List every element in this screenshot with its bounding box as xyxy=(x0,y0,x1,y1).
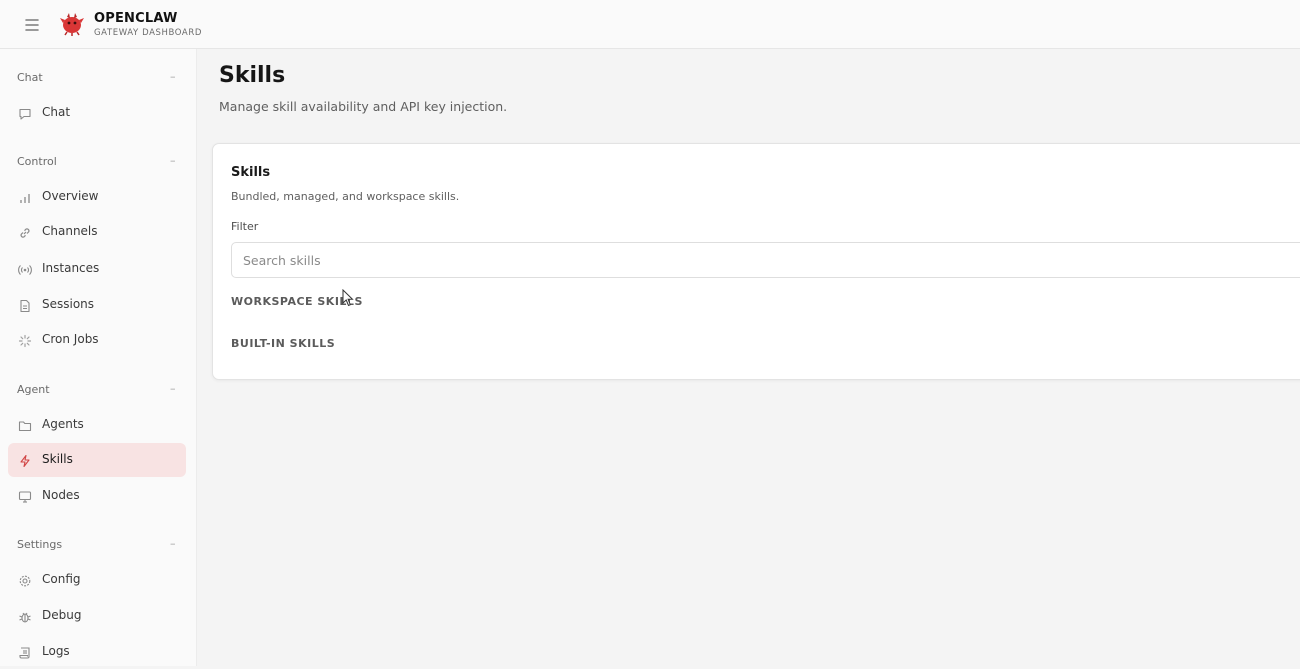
group-label-settings: Settings xyxy=(17,538,63,551)
gear-icon xyxy=(18,573,32,587)
sidebar-item-label: Skills xyxy=(42,452,73,466)
claw-logo-icon xyxy=(59,11,85,37)
search-skills-input[interactable] xyxy=(231,242,1300,278)
sidebar-item-logs[interactable]: Logs xyxy=(8,635,186,669)
folder-icon xyxy=(18,418,32,432)
filter-label: Filter xyxy=(231,220,259,233)
scroll-icon xyxy=(18,645,32,659)
sidebar-item-label: Nodes xyxy=(42,488,80,502)
sidebar-item-label: Config xyxy=(42,572,81,586)
link-icon xyxy=(18,225,32,239)
radio-icon xyxy=(18,262,32,276)
sidebar-item-overview[interactable]: Overview xyxy=(8,180,186,214)
sidebar-item-instances[interactable]: Instances xyxy=(8,252,186,286)
bug-icon xyxy=(18,609,32,623)
sidebar-item-chat[interactable]: Chat xyxy=(8,96,186,130)
sidebar-item-channels[interactable]: Channels xyxy=(8,215,186,249)
sidebar-item-label: Channels xyxy=(42,224,98,238)
group-label-control: Control xyxy=(17,155,57,168)
section-built-in-skills[interactable]: BUILT-IN SKILLS xyxy=(231,337,335,350)
group-label-chat: Chat xyxy=(17,71,43,84)
sidebar-item-label: Chat xyxy=(42,105,71,119)
sidebar-item-label: Cron Jobs xyxy=(42,332,99,346)
lightning-icon xyxy=(18,453,32,468)
mouse-cursor-icon xyxy=(342,288,354,307)
sidebar-item-skills[interactable]: Skills xyxy=(8,443,186,477)
skills-card: Skills Bundled, managed, and workspace s… xyxy=(212,143,1300,380)
page-title: Skills xyxy=(219,63,286,88)
sidebar-item-debug[interactable]: Debug xyxy=(8,599,186,633)
card-title: Skills xyxy=(231,165,271,180)
card-subtitle: Bundled, managed, and workspace skills. xyxy=(231,190,460,203)
bar-chart-icon xyxy=(18,190,32,204)
document-icon xyxy=(18,298,32,313)
group-collapse-agent[interactable]: – xyxy=(170,382,176,395)
sidebar-item-label: Overview xyxy=(42,189,99,203)
monitor-icon xyxy=(18,489,32,503)
loader-icon xyxy=(18,333,32,348)
group-collapse-settings[interactable]: – xyxy=(170,537,176,550)
top-bar: OPENCLAW GATEWAY DASHBOARD xyxy=(0,0,1300,49)
sidebar-item-label: Logs xyxy=(42,644,70,658)
sidebar-item-nodes[interactable]: Nodes xyxy=(8,479,186,513)
chat-bubble-icon xyxy=(18,106,32,120)
hamburger-icon[interactable] xyxy=(20,14,44,36)
sidebar-item-config[interactable]: Config xyxy=(8,563,186,597)
sidebar-item-label: Agents xyxy=(42,417,84,431)
sidebar: Chat – Chat Control – Overview Channels … xyxy=(0,49,197,666)
brand-title: OPENCLAW xyxy=(94,11,178,26)
group-collapse-chat[interactable]: – xyxy=(170,70,176,83)
sidebar-item-agents[interactable]: Agents xyxy=(8,408,186,442)
page-subtitle: Manage skill availability and API key in… xyxy=(219,99,508,114)
brand-subtitle: GATEWAY DASHBOARD xyxy=(94,28,202,38)
sidebar-item-sessions[interactable]: Sessions xyxy=(8,288,186,322)
sidebar-item-cron-jobs[interactable]: Cron Jobs xyxy=(8,323,186,357)
sidebar-item-label: Sessions xyxy=(42,297,95,311)
sidebar-item-label: Debug xyxy=(42,608,82,622)
group-label-agent: Agent xyxy=(17,383,50,396)
sidebar-item-label: Instances xyxy=(42,261,100,275)
group-collapse-control[interactable]: – xyxy=(170,154,176,167)
